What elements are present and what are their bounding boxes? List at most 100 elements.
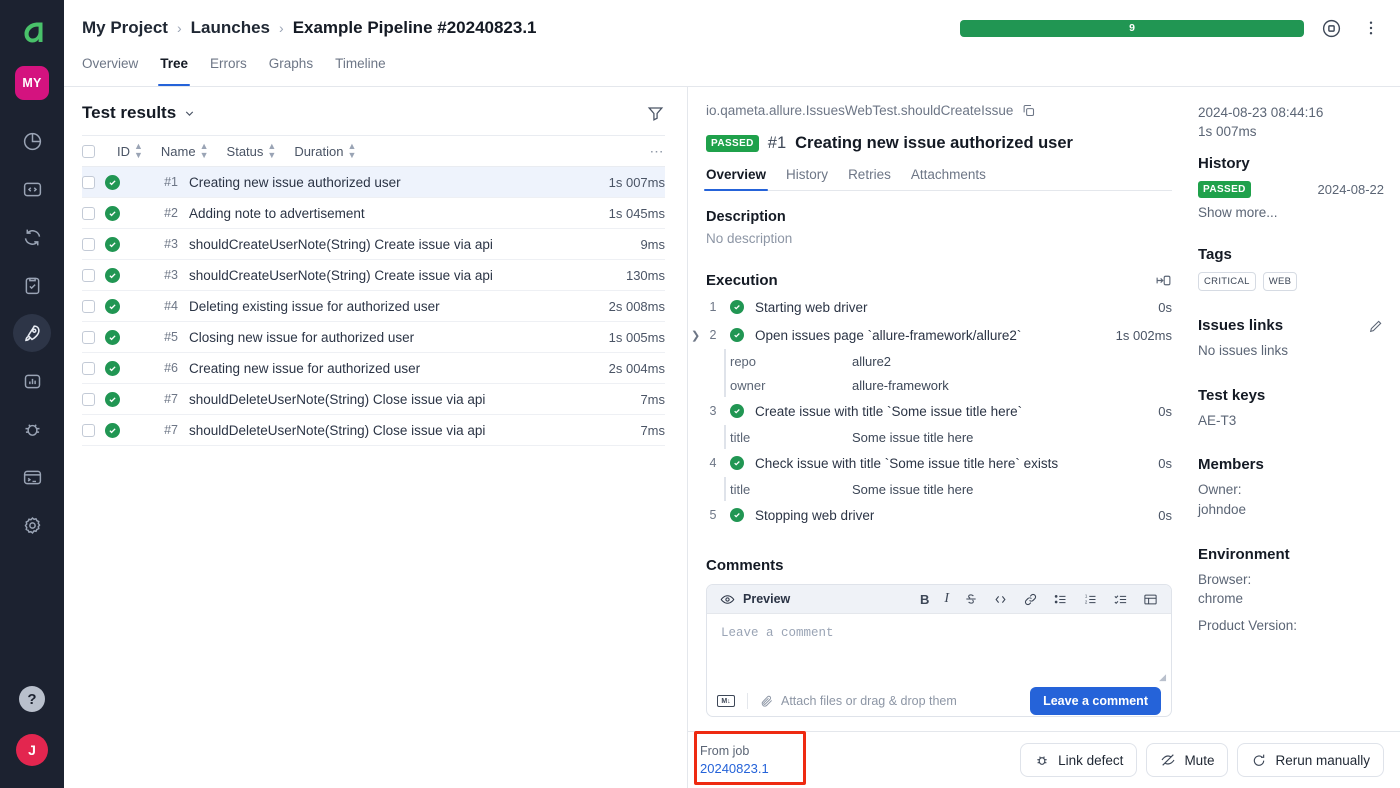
- table-row[interactable]: #3 shouldCreateUserNote(String) Create is…: [82, 229, 665, 260]
- row-checkbox[interactable]: [82, 206, 95, 220]
- numbered-list-icon[interactable]: 1 2: [1083, 592, 1098, 607]
- tab-errors[interactable]: Errors: [210, 56, 247, 86]
- table-row[interactable]: #6 Creating new issue for authorized user…: [82, 353, 665, 384]
- row-id: #3: [164, 237, 178, 251]
- tab-detail-attachments[interactable]: Attachments: [911, 167, 986, 190]
- breadcrumb-separator: ›: [279, 20, 284, 36]
- row-checkbox[interactable]: [82, 299, 95, 313]
- show-more-link[interactable]: Show more...: [1198, 205, 1384, 220]
- preview-toggle[interactable]: Preview: [720, 592, 790, 607]
- from-job-link[interactable]: 20240823.1: [700, 760, 769, 778]
- table-row[interactable]: #7 shouldDeleteUserNote(String) Close iss…: [82, 415, 665, 446]
- table-row[interactable]: #5 Closing new issue for authorized user 1…: [82, 322, 665, 353]
- tab-detail-retries[interactable]: Retries: [848, 167, 891, 190]
- table-row[interactable]: #2 Adding note to advertisement 1s 045ms: [82, 198, 665, 229]
- row-checkbox[interactable]: [82, 330, 95, 344]
- leave-comment-button[interactable]: Leave a comment: [1030, 687, 1161, 715]
- code-icon[interactable]: [993, 592, 1008, 607]
- stop-circle-icon[interactable]: [1318, 15, 1344, 41]
- resize-handle-icon[interactable]: ◢: [1159, 672, 1166, 683]
- test-results-table: ID ▲ ▼ Name ▲ ▼ Status ▲ ▼ Duration ▲ ▼ …: [82, 135, 665, 446]
- copy-icon[interactable]: [1021, 103, 1036, 118]
- sidebar-item-dashboard[interactable]: [13, 122, 51, 160]
- execution-step[interactable]: 5 Stopping web driver 0s: [706, 501, 1172, 529]
- user-avatar-initial: J: [28, 742, 36, 758]
- attach-files-control[interactable]: Attach files or drag & drop them: [760, 694, 957, 708]
- ellipsis-icon[interactable]: ⋯: [650, 143, 666, 160]
- chevron-down-icon[interactable]: [183, 107, 196, 120]
- history-row[interactable]: PASSED 2024-08-22: [1198, 181, 1384, 199]
- mute-button[interactable]: Mute: [1146, 743, 1229, 777]
- execution-step[interactable]: 1 Starting web driver 0s: [706, 293, 1172, 321]
- status-passed-icon: [105, 391, 120, 407]
- column-header-duration[interactable]: Duration ▲ ▼: [294, 142, 356, 160]
- row-duration: 7ms: [640, 422, 665, 438]
- workspace-avatar[interactable]: MY: [15, 66, 49, 100]
- tab-overview[interactable]: Overview: [82, 56, 138, 86]
- row-checkbox[interactable]: [82, 392, 95, 406]
- bold-icon[interactable]: B: [920, 592, 929, 607]
- pencil-icon[interactable]: [1368, 318, 1384, 334]
- filter-icon[interactable]: [646, 104, 665, 123]
- breadcrumb-item-project[interactable]: My Project: [82, 18, 168, 38]
- eye-off-icon: [1160, 752, 1176, 768]
- rerun-label: Rerun manually: [1275, 752, 1370, 768]
- sidebar-item-launches[interactable]: [13, 314, 51, 352]
- issues-links-header: Issues links: [1198, 317, 1384, 334]
- help-icon[interactable]: ?: [19, 686, 45, 712]
- chevron-right-icon[interactable]: ❯: [691, 329, 700, 342]
- tab-timeline[interactable]: Timeline: [335, 56, 386, 86]
- execution-step[interactable]: ❯ 2 Open issues page `allure-framework/all…: [691, 321, 1172, 349]
- sidebar-item-defects[interactable]: [13, 410, 51, 448]
- row-id: #5: [164, 330, 178, 344]
- tab-tree[interactable]: Tree: [158, 56, 190, 86]
- execution-step[interactable]: 4 Check issue with title `Some issue titl…: [706, 449, 1172, 477]
- column-header-id[interactable]: ID ▲ ▼: [117, 142, 143, 160]
- rerun-manually-button[interactable]: Rerun manually: [1237, 743, 1384, 777]
- more-vertical-icon[interactable]: [1358, 15, 1384, 41]
- split-view-icon[interactable]: [1155, 272, 1172, 289]
- bullet-list-icon[interactable]: [1053, 592, 1068, 607]
- breadcrumb-item-launches[interactable]: Launches: [191, 18, 270, 38]
- row-duration: 9ms: [640, 236, 665, 252]
- tab-detail-overview[interactable]: Overview: [703, 167, 769, 191]
- markdown-icon[interactable]: M↓: [717, 695, 735, 707]
- strikethrough-icon[interactable]: [964, 592, 978, 606]
- test-title-row: PASSED #1 Creating new issue authorized …: [706, 134, 1172, 153]
- tab-graphs[interactable]: Graphs: [269, 56, 313, 86]
- execution-step[interactable]: 3 Create issue with title `Some issue tit…: [706, 397, 1172, 425]
- italic-icon[interactable]: I: [944, 591, 949, 607]
- sidebar-item-code[interactable]: [13, 170, 51, 208]
- row-checkbox[interactable]: [82, 361, 95, 375]
- checklist-icon[interactable]: [1113, 592, 1128, 607]
- table-row[interactable]: #4 Deleting existing issue for authorized…: [82, 291, 665, 322]
- link-icon[interactable]: [1023, 592, 1038, 607]
- table-row[interactable]: #7 shouldDeleteUserNote(String) Close iss…: [82, 384, 665, 415]
- sidebar-item-analytics[interactable]: [13, 362, 51, 400]
- sidebar-item-console[interactable]: [13, 458, 51, 496]
- select-all-checkbox[interactable]: [82, 144, 95, 158]
- status-passed-icon: [730, 300, 744, 314]
- sidebar-item-test-plans[interactable]: [13, 266, 51, 304]
- column-header-name[interactable]: Name ▲ ▼: [161, 142, 209, 160]
- table-row[interactable]: #3 shouldCreateUserNote(String) Create is…: [82, 260, 665, 291]
- sidebar-item-settings[interactable]: [13, 506, 51, 544]
- tab-detail-history[interactable]: History: [786, 167, 828, 190]
- column-header-status[interactable]: Status ▲ ▼: [227, 142, 277, 160]
- link-defect-button[interactable]: Link defect: [1020, 743, 1138, 777]
- row-checkbox[interactable]: [82, 175, 95, 189]
- row-checkbox[interactable]: [82, 268, 95, 282]
- comment-textarea[interactable]: Leave a comment ◢: [707, 614, 1171, 686]
- row-checkbox[interactable]: [82, 237, 95, 251]
- allure-logo[interactable]: [12, 12, 52, 52]
- table-row[interactable]: #1 Creating new issue authorized user 1s 0…: [82, 167, 665, 198]
- row-checkbox[interactable]: [82, 423, 95, 437]
- sidebar-item-sync[interactable]: [13, 218, 51, 256]
- tag-critical[interactable]: CRITICAL: [1198, 272, 1256, 292]
- user-avatar[interactable]: J: [16, 734, 48, 766]
- breadcrumb-item-current: Example Pipeline #20240823.1: [292, 18, 537, 37]
- row-duration: 130ms: [625, 267, 665, 283]
- tag-web[interactable]: WEB: [1262, 272, 1298, 292]
- page-title[interactable]: Test results: [82, 103, 176, 123]
- table-icon[interactable]: [1143, 592, 1158, 607]
